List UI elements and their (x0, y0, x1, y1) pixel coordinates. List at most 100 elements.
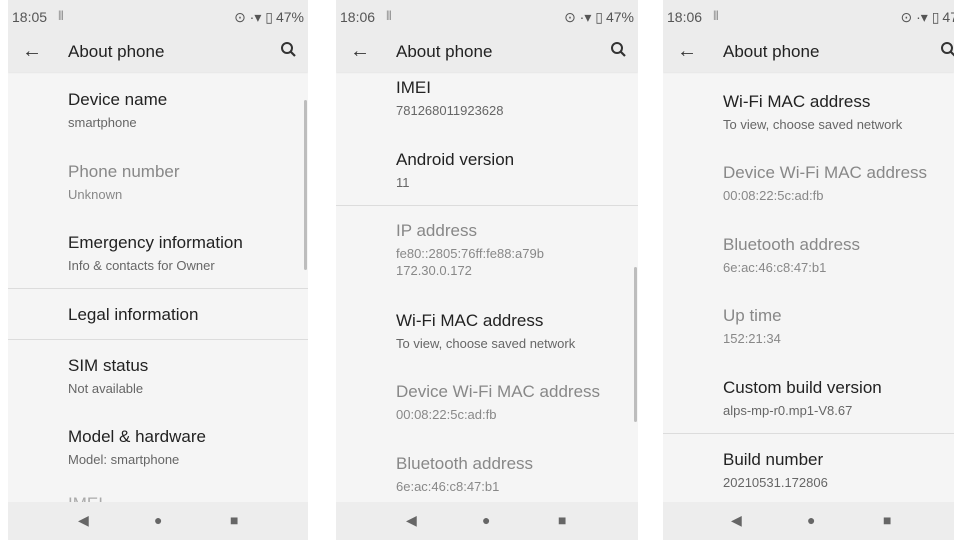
item-subtitle: smartphone (68, 115, 137, 130)
search-icon[interactable] (610, 39, 628, 66)
list-item-device-wifi-mac-address[interactable]: Device Wi-Fi MAC address 00:08:22:5c:ad:… (723, 163, 946, 204)
nav-home-icon[interactable]: ● (482, 512, 490, 528)
list-item-bluetooth-address[interactable]: Bluetooth address 6e:ac:46:c8:47:b1 (723, 235, 946, 276)
item-subtitle: 152:21:34 (723, 331, 781, 346)
item-subtitle: Not available (68, 381, 144, 396)
list-item-imei[interactable]: IMEI 781268011923628 (396, 78, 630, 119)
battery-level: 47% (605, 9, 634, 25)
item-title: Up time (723, 306, 782, 325)
status-time: 18:06 (340, 9, 376, 25)
item-subtitle: To view, choose saved network (396, 336, 576, 351)
list-item-legal-information[interactable]: Legal information (68, 305, 300, 325)
back-arrow-icon[interactable]: ← (350, 40, 370, 63)
list-item-bluetooth-address[interactable]: Bluetooth address 6e:ac:46:c8:47:b1 (396, 454, 630, 495)
wifi-icon: ⊙ ·▾ ▯ (234, 9, 273, 25)
item-title: Wi-Fi MAC address (723, 92, 871, 111)
list-item-wifi-mac-address[interactable]: Wi-Fi MAC address To view, choose saved … (723, 92, 946, 133)
item-title: Legal information (68, 305, 199, 324)
nav-recents-icon[interactable]: ■ (883, 512, 891, 528)
item-title: Bluetooth address (723, 235, 861, 254)
notification-icon: ||| (58, 10, 64, 21)
item-title: IMEI (396, 78, 431, 97)
settings-list[interactable]: Device name smartphone Phone number Unkn… (8, 72, 308, 502)
list-item-phone-number: Phone number Unknown (68, 162, 300, 203)
nav-back-icon[interactable]: ◀ (78, 512, 89, 529)
list-item-android-version[interactable]: Android version 11 (396, 150, 630, 191)
item-subtitle: 11 (396, 175, 410, 190)
item-title: Build number (723, 450, 824, 469)
battery-level: 47 (942, 9, 954, 25)
item-subtitle: To view, choose saved network (723, 117, 903, 132)
item-title: Android version (396, 150, 515, 169)
nav-recents-icon[interactable]: ■ (230, 512, 238, 528)
item-title: Device Wi-Fi MAC address (723, 163, 928, 182)
app-bar: ← About phone (336, 32, 638, 72)
divider (8, 288, 308, 289)
nav-home-icon[interactable]: ● (154, 512, 162, 528)
list-item-custom-build-version[interactable]: Custom build version alps-mp-r0.mp1-V8.6… (723, 378, 946, 419)
back-arrow-icon[interactable]: ← (677, 40, 697, 63)
list-item-sim-status[interactable]: SIM status Not available (68, 356, 300, 397)
list-item-device-name[interactable]: Device name smartphone (68, 90, 300, 131)
status-time: 18:06 (667, 9, 703, 25)
status-bar: 18:05 ||| ⊙ ·▾ ▯ 47% (8, 0, 308, 32)
wifi-icon: ⊙ ·▾ ▯ (564, 9, 603, 25)
nav-back-icon[interactable]: ◀ (731, 512, 742, 529)
item-title: Wi-Fi MAC address (396, 311, 544, 330)
system-icons: ⊙ ·▾ ▯47 (898, 9, 954, 26)
item-subtitle: Unknown (68, 187, 123, 202)
item-title: Custom build version (723, 378, 882, 397)
list-item-ip-address[interactable]: IP address fe80::2805:76ff:fe88:a79b 172… (396, 221, 630, 279)
item-subtitle: alps-mp-r0.mp1-V8.67 (723, 403, 853, 418)
item-title: Emergency information (68, 233, 243, 252)
item-subtitle: 6e:ac:46:c8:47:b1 (396, 479, 500, 494)
item-subtitle: fe80::2805:76ff:fe88:a79b (396, 246, 544, 261)
list-item-emergency-information[interactable]: Emergency information Info & contacts fo… (68, 233, 300, 274)
nav-home-icon[interactable]: ● (807, 512, 815, 528)
settings-list[interactable]: IMEI 781268011923628 Android version 11 … (336, 72, 638, 502)
list-item-wifi-mac-address[interactable]: Wi-Fi MAC address To view, choose saved … (396, 311, 630, 352)
scrollbar[interactable] (304, 100, 307, 270)
system-icons: ⊙ ·▾ ▯ 47% (561, 9, 634, 26)
list-item-up-time[interactable]: Up time 152:21:34 (723, 306, 946, 347)
item-title: Device Wi-Fi MAC address (396, 382, 601, 401)
item-subtitle: 00:08:22:5c:ad:fb (723, 188, 824, 203)
item-subtitle: Model: smartphone (68, 452, 180, 467)
page-title: About phone (396, 42, 493, 61)
system-icons: ⊙ ·▾ ▯ 47% (231, 9, 304, 26)
status-bar: 18:06 ||| ⊙ ·▾ ▯47 (663, 0, 954, 32)
divider (663, 433, 954, 434)
item-subtitle: 781268011923628 (396, 103, 504, 118)
list-item-imei[interactable]: IMEI 781268011923628 (68, 494, 300, 502)
item-title: Device name (68, 90, 168, 109)
item-title: Bluetooth address (396, 454, 534, 473)
battery-level: 47% (275, 9, 304, 25)
back-arrow-icon[interactable]: ← (22, 40, 42, 63)
app-bar: ← About phone (663, 32, 954, 72)
navigation-bar: ◀ ● ■ (663, 502, 954, 540)
item-title: IP address (396, 221, 477, 240)
navigation-bar: ◀ ● ■ (8, 502, 308, 540)
nav-recents-icon[interactable]: ■ (558, 512, 566, 528)
settings-list[interactable]: Wi-Fi MAC address To view, choose saved … (663, 72, 954, 502)
navigation-bar: ◀ ● ■ (336, 502, 638, 540)
search-icon[interactable] (940, 39, 954, 66)
status-time: 18:05 (12, 9, 48, 25)
list-item-build-number[interactable]: Build number 20210531.172806 (723, 450, 946, 491)
item-subtitle: 20210531.172806 (723, 475, 828, 490)
page-title: About phone (68, 42, 165, 61)
item-subtitle: Info & contacts for Owner (68, 258, 215, 273)
status-bar: 18:06 ||| ⊙ ·▾ ▯ 47% (336, 0, 638, 32)
search-icon[interactable] (280, 39, 298, 66)
item-subtitle: 00:08:22:5c:ad:fb (396, 407, 497, 422)
phone-screen-2: 18:06 ||| ⊙ ·▾ ▯ 47% ← About phone IMEI 7… (336, 0, 638, 540)
list-item-device-wifi-mac-address[interactable]: Device Wi-Fi MAC address 00:08:22:5c:ad:… (396, 382, 630, 423)
scrollbar[interactable] (634, 267, 637, 422)
wifi-icon: ⊙ ·▾ ▯ (900, 9, 940, 25)
item-subtitle: 6e:ac:46:c8:47:b1 (723, 260, 827, 275)
list-item-model-hardware[interactable]: Model & hardware Model: smartphone (68, 427, 300, 468)
phone-screen-3: 18:06 ||| ⊙ ·▾ ▯47 ← About phone Wi-Fi M… (663, 0, 954, 540)
item-title: Model & hardware (68, 427, 206, 446)
nav-back-icon[interactable]: ◀ (406, 512, 417, 529)
divider (8, 339, 308, 340)
